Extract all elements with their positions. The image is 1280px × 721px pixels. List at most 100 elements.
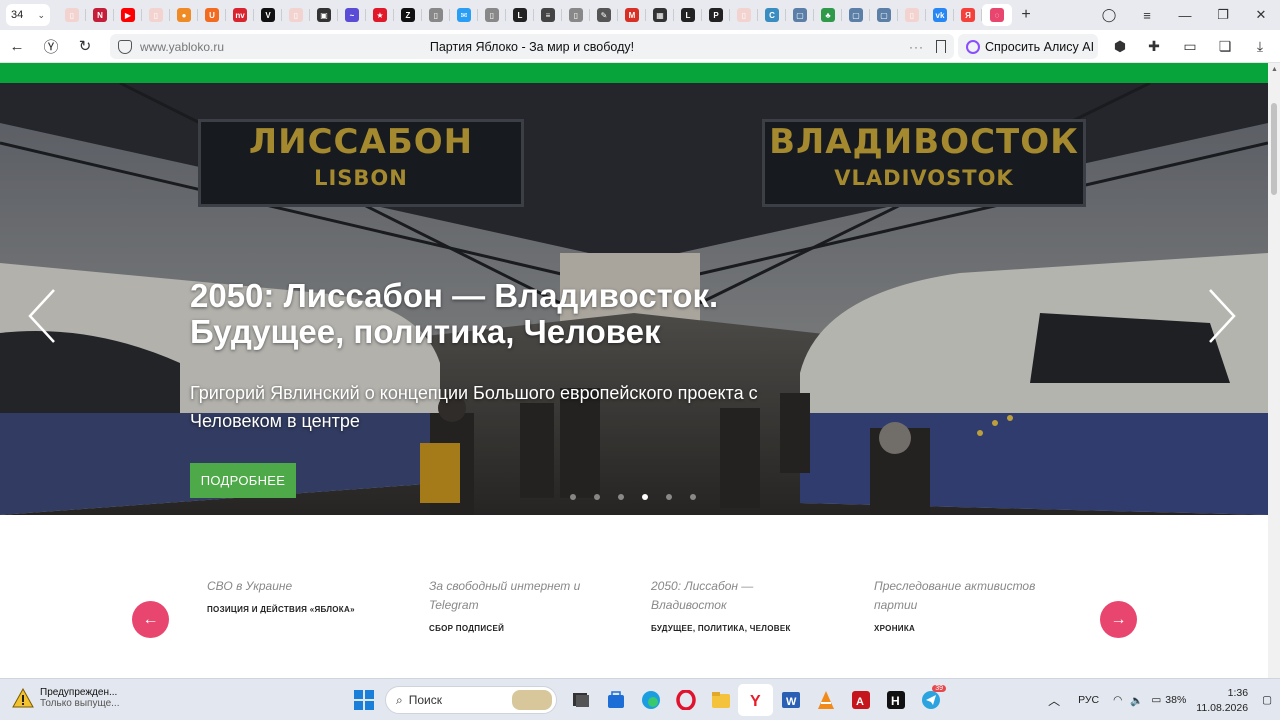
browser-tab[interactable]: C [757,4,786,26]
download-icon[interactable]: ⤓ [1243,30,1277,63]
browser-tab[interactable]: vk [925,4,954,26]
browser-tab[interactable]: Z [393,4,422,26]
language-indicator[interactable]: РУС [1078,694,1099,706]
slider-dot[interactable] [690,494,696,500]
store-icon[interactable] [598,684,633,716]
reload-button[interactable]: ↻ [68,30,102,63]
browser-tab[interactable]: ✎ [589,4,618,26]
browser-tab[interactable]: ▶ [113,4,142,26]
hero-title[interactable]: 2050: Лиссабон — Владивосток. Будущее, п… [190,278,810,350]
profile-icon[interactable]: ◯ [1090,0,1128,30]
browser-tab[interactable]: Р [701,4,730,26]
minimize-button[interactable]: — [1166,0,1204,30]
browser-tab[interactable]: ≡ [533,4,562,26]
tab-list: ▯ N ▶ ▯ ● Unv V ▯ ▣ ~ ★ Z ▯ ✉ ▯ L ≡ ▯ ✎ M ▦ L Р ▯ C ▢ ♣ ▢ ▢ ▯ vk Я ◌ [58,4,1012,26]
battery-icon[interactable]: ▭ [1151,694,1161,706]
volume-icon[interactable]: 🔈 [1130,694,1143,707]
battery-saver-icon[interactable]: ▭ [1173,30,1207,63]
slider-prev-icon[interactable] [26,288,58,344]
new-tab-button[interactable]: + [1014,4,1038,26]
browser-tab[interactable]: ~ [337,4,366,26]
wifi-icon[interactable]: ◠ [1113,694,1122,706]
browser-tab[interactable]: ★ [365,4,394,26]
topic-card[interactable]: СВО в Украине ПОЗИЦИЯ И ДЕЙСТВИЯ «ЯБЛОКА… [207,577,397,614]
address-bar[interactable]: www.yabloko.ru Партия Яблоко - За мир и … [110,34,954,59]
bookmark-icon[interactable] [936,40,946,53]
browser-tab[interactable]: ♣ [813,4,842,26]
extensions-icon[interactable]: ✚ [1137,30,1171,63]
read-more-button[interactable]: ПОДРОБНЕЕ [190,463,296,498]
browser-tab[interactable]: L [505,4,534,26]
hexagon-extension-icon[interactable]: ⬢ [1103,30,1137,63]
browser-tab[interactable]: ▯ [58,4,86,26]
window-controls: ◯ ≡ — ❐ ✕ [1090,0,1280,30]
page-scrollbar[interactable]: ▲ [1268,63,1280,678]
browser-tab[interactable]: M [617,4,646,26]
telegram-icon[interactable]: 39 [913,684,948,716]
browser-tab[interactable]: ✉ [449,4,478,26]
word-icon[interactable]: W [773,684,808,716]
browser-tab[interactable]: U [197,4,226,26]
slider-dot[interactable] [642,494,648,500]
edge-icon[interactable] [633,684,668,716]
yandex-browser-icon[interactable]: Y [738,684,773,716]
browser-tab[interactable]: ▢ [785,4,814,26]
collections-icon[interactable]: ❏ [1208,30,1242,63]
browser-tab[interactable]: ▢ [841,4,870,26]
browser-tab[interactable]: ▯ [141,4,170,26]
windows-start-icon[interactable] [346,684,381,716]
notification-widget[interactable]: Предупрежден... Только выпуще... [12,687,119,709]
page-title: Партия Яблоко - За мир и свободу! [429,39,635,54]
notifications-icon[interactable]: ▢ [1262,694,1272,706]
pdf-icon: ▯ [65,8,79,22]
ask-alice-button[interactable]: Спросить Алису AI [958,34,1098,59]
menu-icon[interactable]: ≡ [1128,0,1166,30]
yandex-button[interactable]: Ⓨ [34,30,68,63]
browser-tab[interactable]: L [673,4,702,26]
browser-tab[interactable]: ▯ [897,4,926,26]
browser-tab[interactable]: V [253,4,282,26]
browser-tab[interactable]: ◌ [981,4,1012,26]
back-button[interactable]: ← [0,30,34,63]
browser-tab[interactable]: ▣ [309,4,338,26]
notion-like-icon[interactable]: H [878,684,913,716]
slider-dot[interactable] [666,494,672,500]
taskbar-search-input[interactable]: ⌕ Поиск [385,686,557,714]
file-explorer-icon[interactable] [703,684,738,716]
scrollbar-thumb[interactable] [1271,103,1277,195]
browser-tab[interactable]: nv [225,4,254,26]
slider-next-icon[interactable] [1206,288,1238,344]
more-icon[interactable]: ··· [909,40,924,54]
carousel-prev-button[interactable]: ← [132,601,169,638]
browser-tab[interactable]: ▢ [869,4,898,26]
slider-dot[interactable] [570,494,576,500]
browser-tab[interactable]: Я [953,4,982,26]
browser-tab[interactable]: ▦ [645,4,674,26]
topic-subtitle: ХРОНИКА [874,624,916,633]
acrobat-icon[interactable]: A [843,684,878,716]
topic-card[interactable]: За свободный интернет и Telegram СБОР ПО… [429,577,594,633]
alice-icon [966,39,980,54]
slider-dot[interactable] [594,494,600,500]
tab-counter-button[interactable]: 34 ⌄ [6,4,50,26]
clock[interactable]: 1:36 11.08.2026 [1196,685,1248,715]
browser-tab[interactable]: ▯ [477,4,506,26]
browser-tab[interactable]: N [85,4,114,26]
close-button[interactable]: ✕ [1242,0,1280,30]
topic-card[interactable]: Преследование активистов партии ХРОНИКА [874,577,1049,633]
browser-tab[interactable]: ▯ [561,4,590,26]
vlc-icon[interactable] [808,684,843,716]
slider-dot[interactable] [618,494,624,500]
carousel-next-button[interactable]: → [1100,601,1137,638]
opera-icon[interactable] [668,684,703,716]
scroll-up-icon[interactable]: ▲ [1271,66,1278,73]
browser-tab[interactable]: ▯ [729,4,758,26]
browser-tab[interactable]: ▯ [421,4,450,26]
tray-overflow-icon[interactable]: ︿ [1048,692,1060,709]
topic-card[interactable]: 2050: Лиссабон — Владивосток БУДУЩЕЕ, ПО… [651,577,801,633]
restore-button[interactable]: ❐ [1204,0,1242,30]
doc-icon: ▯ [485,8,499,22]
browser-tab[interactable]: ● [169,4,198,26]
task-view-icon[interactable] [563,684,598,716]
browser-tab[interactable]: ▯ [281,4,310,26]
